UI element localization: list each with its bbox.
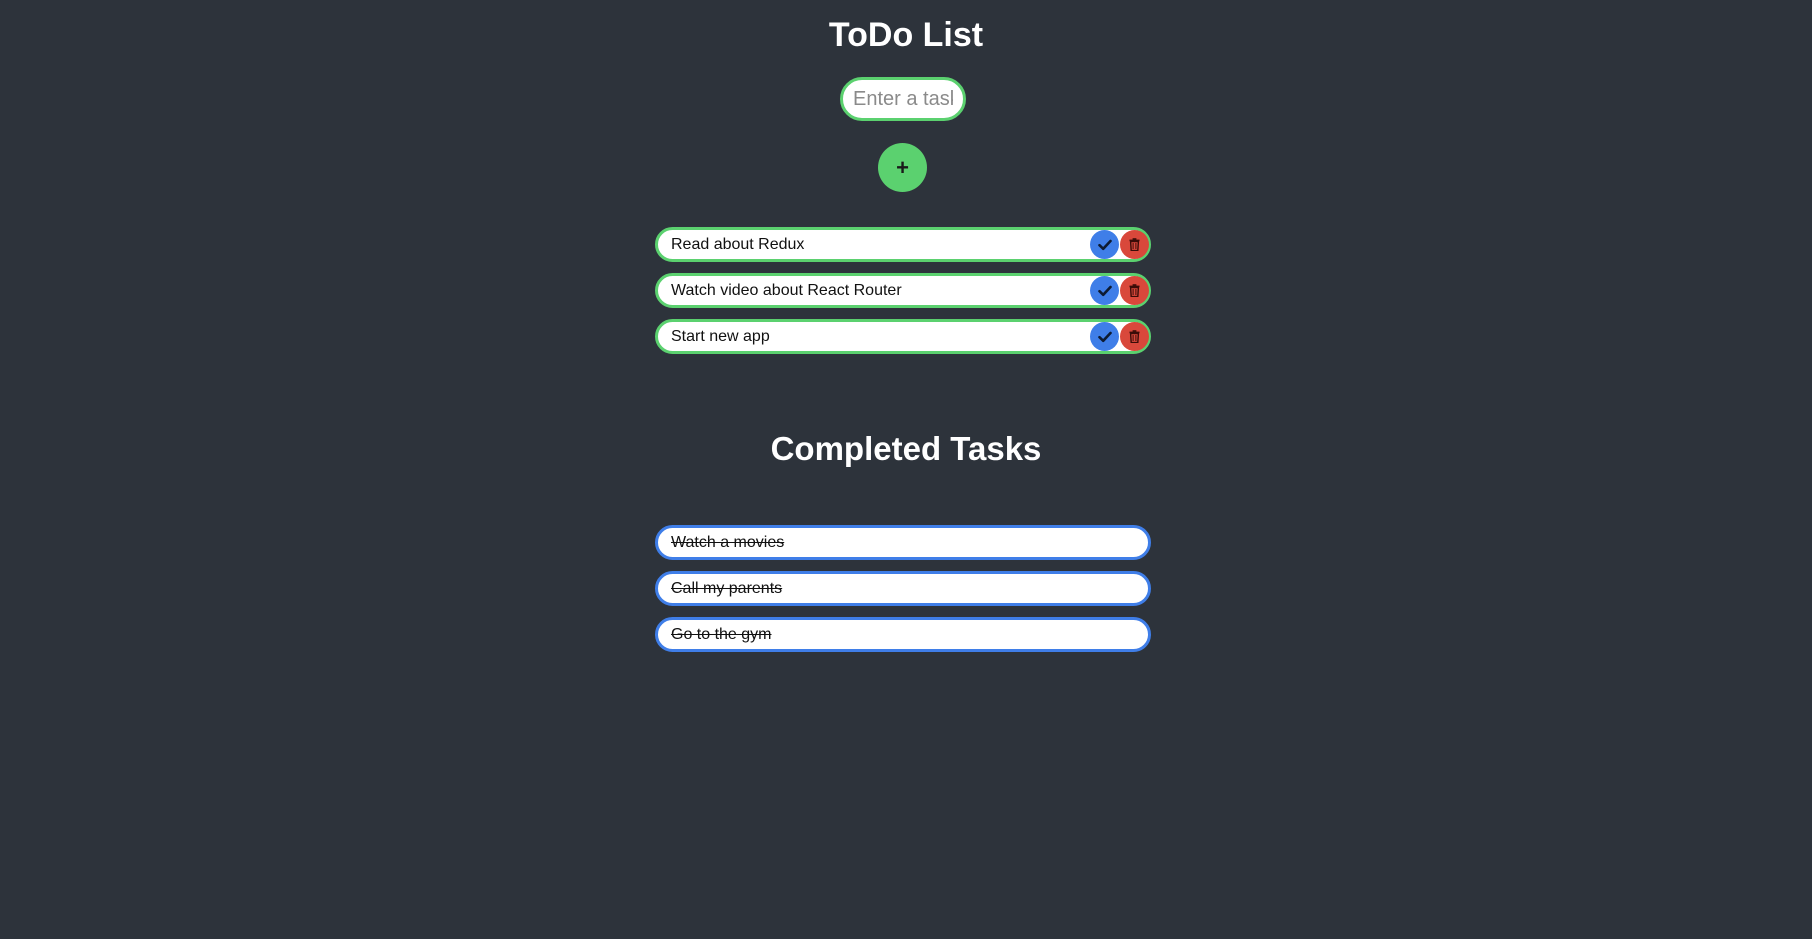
todo-item: Read about Redux [655,227,1151,262]
completed-item-text: Watch a movies [671,533,785,551]
check-icon [1097,331,1112,342]
todo-list: Read about Redux Watch video about React… [655,227,1151,365]
trash-icon [1129,238,1140,251]
completed-item: Watch a movies [655,525,1151,560]
check-icon [1097,239,1112,250]
page-title: ToDo List [828,16,984,54]
completed-list: Watch a movies Call my parents Go to the… [655,525,1151,663]
completed-item: Go to the gym [655,617,1151,652]
todo-item: Watch video about React Router [655,273,1151,308]
add-task-button[interactable]: + [878,143,927,192]
delete-button[interactable] [1120,230,1149,259]
complete-button[interactable] [1090,276,1119,305]
completed-item-text: Call my parents [671,579,783,597]
todo-actions [1090,322,1149,351]
complete-button[interactable] [1090,322,1119,351]
completed-tasks-title: Completed Tasks [770,430,1042,467]
task-input[interactable] [840,77,966,121]
delete-button[interactable] [1120,322,1149,351]
todo-app: ToDo List + Read about Redux Watch video… [0,0,1812,939]
todo-item-text: Start new app [671,327,770,345]
check-icon [1097,285,1112,296]
todo-item: Start new app [655,319,1151,354]
completed-item: Call my parents [655,571,1151,606]
trash-icon [1129,284,1140,297]
complete-button[interactable] [1090,230,1119,259]
trash-icon [1129,330,1140,343]
delete-button[interactable] [1120,276,1149,305]
todo-actions [1090,230,1149,259]
todo-actions [1090,276,1149,305]
todo-item-text: Watch video about React Router [671,281,902,299]
completed-item-text: Go to the gym [671,625,772,643]
todo-item-text: Read about Redux [671,235,805,253]
